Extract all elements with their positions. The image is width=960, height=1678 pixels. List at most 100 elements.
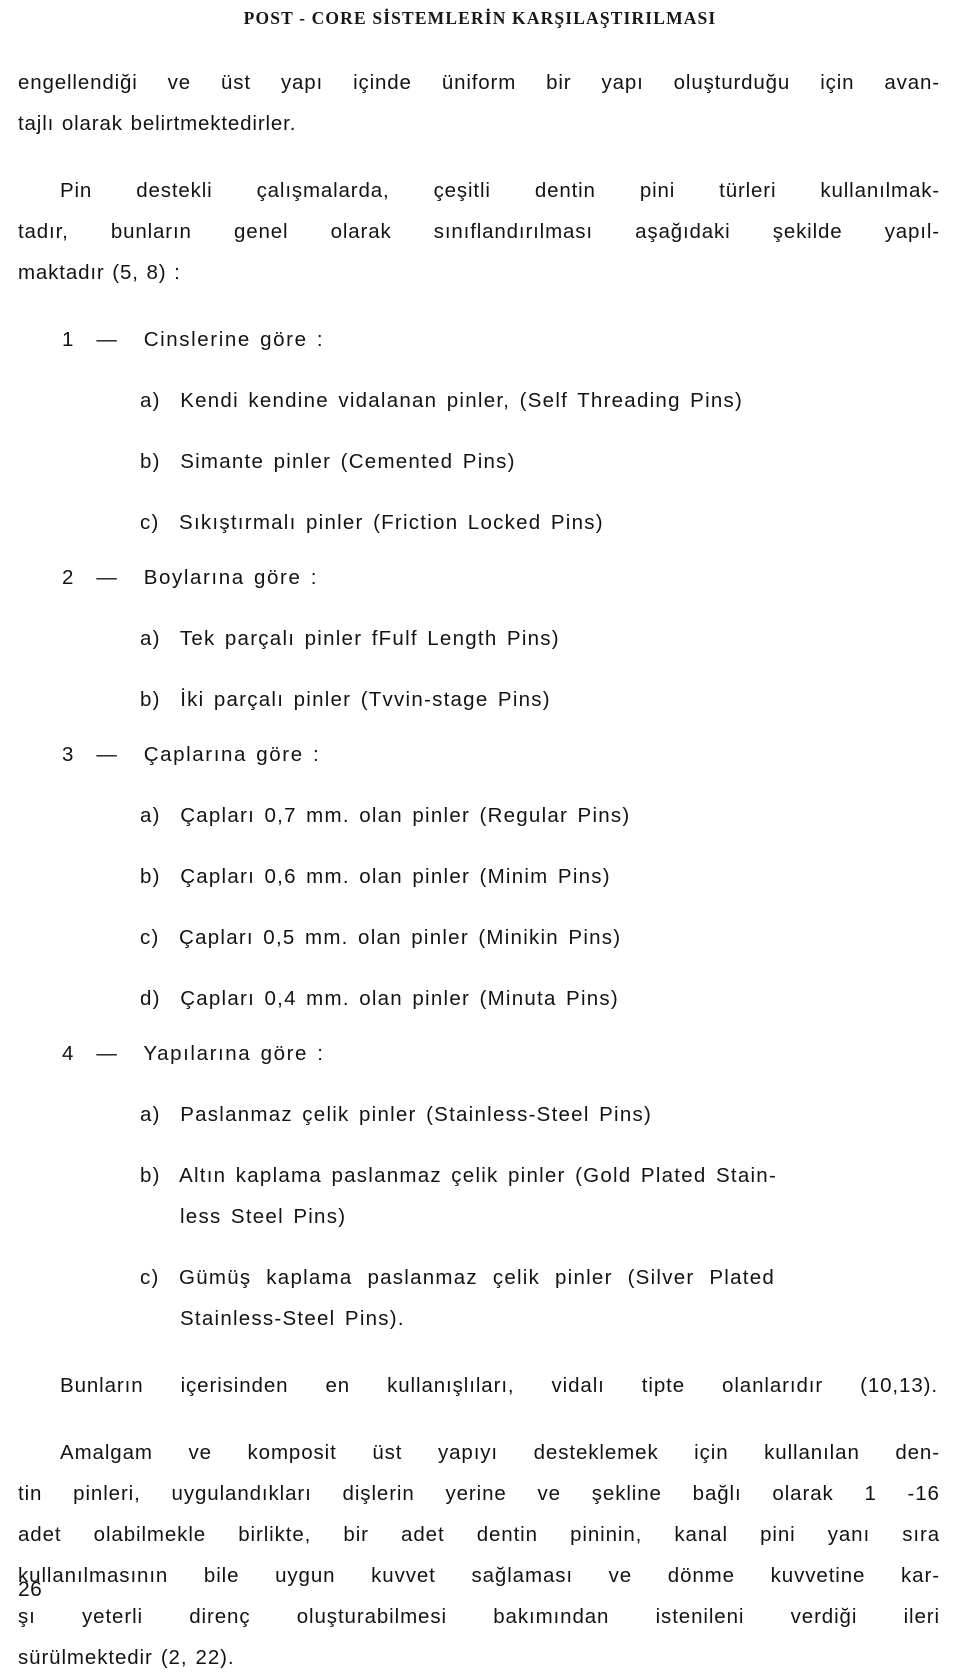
- word: türleri: [719, 179, 777, 202]
- group-title: Cinslerine göre :: [143, 328, 325, 351]
- running-head: POST - CORE SİSTEMLERİN KARŞILAŞTIRILMAS…: [243, 8, 717, 28]
- item-marker: c): [140, 1266, 160, 1289]
- group-dash: —: [96, 328, 119, 351]
- word: yapı: [601, 71, 644, 94]
- word: uygun: [275, 1564, 336, 1587]
- word: yapıl-: [884, 220, 940, 243]
- word: 1: [864, 1482, 877, 1505]
- document-page: POST - CORE SİSTEMLERİN KARŞILAŞTIRILMAS…: [0, 0, 960, 1669]
- item-marker-and-text: b) Altın kaplama paslanmaz çelik pinler …: [140, 1155, 777, 1196]
- text-line: adet olabilmekle birlikte, bir adet dentin pin…: [18, 1514, 940, 1555]
- word: ve: [167, 71, 192, 94]
- page-number: 26: [18, 1578, 43, 1601]
- classification-item: c) Gümüş kaplama paslanmaz çelik pinler …: [18, 1257, 940, 1339]
- word: için: [694, 1441, 729, 1464]
- word: Bunların: [60, 1374, 144, 1397]
- word: ileri: [903, 1605, 940, 1628]
- word: verdiği: [790, 1605, 858, 1628]
- word: komposit: [247, 1441, 337, 1464]
- item-marker: b): [140, 1164, 161, 1187]
- intro-paragraph: Pin destekli çalışmalarda, çeşitli dentin pin…: [18, 170, 940, 293]
- word: ve: [537, 1482, 561, 1505]
- group-number: 3: [62, 743, 76, 766]
- body-text-block: engellendiği ve üst yapı içinde üniform bir yap…: [18, 62, 940, 1678]
- item-continuation: Stainless-Steel Pins).: [180, 1307, 405, 1330]
- word: kullanılan: [764, 1441, 860, 1464]
- word: pini: [639, 179, 676, 202]
- item-marker: d): [140, 987, 161, 1010]
- word: içerisinden: [180, 1374, 289, 1397]
- word: şı: [18, 1605, 36, 1628]
- word: dentin: [476, 1523, 538, 1546]
- word: bunların: [110, 220, 192, 243]
- word: olanlarıdır: [722, 1374, 824, 1397]
- text-line: maktadır (5, 8) :: [18, 261, 181, 284]
- word: pininin,: [570, 1523, 643, 1546]
- word: tadır,: [18, 220, 69, 243]
- item-text: Tek parçalı pinler fFulf Length Pins): [179, 627, 560, 650]
- word: kullanılmak-: [820, 179, 940, 202]
- text-line: kullanılmasının bile uygun kuvvet sağlaması v…: [18, 1555, 940, 1596]
- word: bir: [343, 1523, 369, 1546]
- text-line: tin pinleri, uygulandıkları dişlerin yerine v…: [18, 1473, 940, 1514]
- item-text: İki parçalı pinler (Tvvin-stage Pins): [180, 688, 551, 711]
- word: çalışmalarda,: [256, 179, 390, 202]
- word: üst: [221, 71, 251, 94]
- word: içinde: [353, 71, 412, 94]
- item-text: Çapları 0,7 mm. olan pinler (Regular Pin…: [180, 804, 631, 827]
- word: bakımından: [493, 1605, 610, 1628]
- word: engellendiği: [18, 71, 138, 94]
- group-dash: —: [96, 743, 119, 766]
- word: oluşturduğu: [673, 71, 791, 94]
- word: kullanışlıları,: [387, 1374, 515, 1397]
- word: sağlaması: [471, 1564, 573, 1587]
- classification-item: b) Altın kaplama paslanmaz çelik pinler …: [18, 1155, 940, 1237]
- text-line: sürülmektedir (2, 22).: [18, 1646, 235, 1669]
- item-text: Paslanmaz çelik pinler (Stainless-Steel …: [180, 1103, 653, 1126]
- word: tipte: [641, 1374, 686, 1397]
- item-marker-and-text: c) Gümüş kaplama paslanmaz çelik pinler …: [140, 1257, 775, 1298]
- item-text: Çapları 0,4 mm. olan pinler (Minuta Pins…: [180, 987, 620, 1010]
- word: pini: [760, 1523, 796, 1546]
- word: dişlerin: [342, 1482, 415, 1505]
- word: yanı: [827, 1523, 871, 1546]
- item-marker: a): [140, 627, 161, 650]
- word: aşağıdaki: [635, 220, 731, 243]
- word: en: [325, 1374, 351, 1397]
- item-marker: a): [140, 389, 161, 412]
- word: şekilde: [772, 220, 843, 243]
- item-text: Sıkıştırmalı pinler (Friction Locked Pin…: [179, 511, 604, 534]
- item-text: Çapları 0,5 mm. olan pinler (Minikin Pin…: [179, 926, 622, 949]
- item-text: Simante pinler (Cemented Pins): [180, 450, 516, 473]
- word: avan-: [884, 71, 940, 94]
- group-dash: —: [96, 566, 119, 589]
- continued-paragraph: engellendiği ve üst yapı içinde üniform bir yap…: [18, 62, 940, 144]
- word: kar-: [901, 1564, 940, 1587]
- word: yapı: [280, 71, 324, 94]
- word: kuvvetine: [770, 1564, 866, 1587]
- word: den-: [895, 1441, 940, 1464]
- classification-item: a) Tek parçalı pinler fFulf Length Pins): [18, 618, 940, 659]
- word: dentin: [534, 179, 596, 202]
- classification-item: c) Çapları 0,5 mm. olan pinler (Minikin …: [18, 917, 940, 958]
- word: üniform: [441, 71, 517, 94]
- word: (10,13).: [860, 1374, 938, 1397]
- word: tin: [18, 1482, 43, 1505]
- item-text: Gümüş kaplama paslanmaz çelik pinler (Si…: [179, 1266, 776, 1289]
- group-title: Boylarına göre :: [143, 566, 319, 589]
- word: -16: [907, 1482, 940, 1505]
- word: olarak: [330, 220, 392, 243]
- classification-item: b) Çapları 0,6 mm. olan pinler (Minim Pi…: [18, 856, 940, 897]
- word: Amalgam: [60, 1441, 153, 1464]
- item-text: Çapları 0,6 mm. olan pinler (Minim Pins): [180, 865, 611, 888]
- word: pinleri,: [73, 1482, 141, 1505]
- text-line: Pin destekli çalışmalarda, çeşitli dentin pin…: [18, 170, 940, 211]
- item-continuation: less Steel Pins): [180, 1205, 347, 1228]
- word: kuvvet: [371, 1564, 436, 1587]
- word: olarak: [772, 1482, 834, 1505]
- classification-item: a) Kendi kendine vidalanan pinler, (Self…: [18, 380, 940, 421]
- item-marker: c): [140, 926, 160, 949]
- classification-item: a) Paslanmaz çelik pinler (Stainless-Ste…: [18, 1094, 940, 1135]
- classification-item: b) İki parçalı pinler (Tvvin-stage Pins): [18, 679, 940, 720]
- word: yerine: [445, 1482, 507, 1505]
